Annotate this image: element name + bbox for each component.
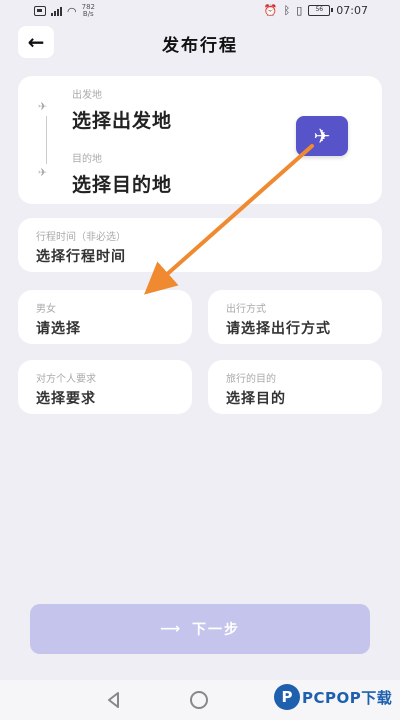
travel-mode-select[interactable]: 请选择出行方式 — [226, 318, 331, 338]
vibrate-icon: ▯ — [296, 4, 303, 17]
header: ← 发布行程 — [0, 24, 400, 64]
from-select[interactable]: 选择出发地 — [72, 106, 172, 133]
status-bar: ◠ 782 B/s ⏰ ᛒ ▯ 56 07:07 — [0, 0, 400, 24]
gender-label: 男女 — [36, 304, 56, 315]
time-label: 行程时间（非必选） — [36, 232, 126, 243]
watermark-logo: P — [274, 684, 300, 710]
battery-icon: 56 — [308, 5, 334, 16]
route-indicator: ✈ ✈ — [38, 98, 56, 198]
from-label: 出发地 — [72, 90, 102, 101]
status-right: ⏰ ᛒ ▯ 56 07:07 — [264, 4, 368, 17]
airplane-icon: ✈ — [313, 124, 331, 148]
wifi-icon: ◠ — [67, 4, 77, 18]
alarm-icon: ⏰ — [263, 4, 278, 17]
page-title: 发布行程 — [162, 36, 238, 56]
battery-level: 56 — [315, 6, 324, 13]
purpose-card[interactable]: 旅行的目的 选择目的 — [208, 360, 382, 414]
signal-icon — [51, 6, 62, 16]
nav-home-icon[interactable] — [190, 691, 208, 709]
watermark: P PCPOP下载 — [274, 684, 392, 710]
swap-button[interactable]: ✈ — [296, 116, 348, 156]
purpose-select[interactable]: 选择目的 — [226, 388, 286, 408]
travel-mode-card[interactable]: 出行方式 请选择出行方式 — [208, 290, 382, 344]
arrow-right-icon: ⟶ — [159, 621, 183, 637]
takeoff-icon: ✈ — [38, 100, 48, 113]
travel-mode-label: 出行方式 — [226, 304, 266, 315]
to-label: 目的地 — [72, 154, 102, 165]
next-button-label: 下一步 — [192, 622, 241, 638]
watermark-text: PCPOP下载 — [302, 688, 393, 707]
sim-card-icon — [34, 6, 46, 16]
bluetooth-icon: ᛒ — [283, 4, 291, 17]
to-select[interactable]: 选择目的地 — [72, 170, 172, 197]
status-left: ◠ 782 B/s — [34, 4, 95, 18]
gender-select[interactable]: 请选择 — [36, 318, 81, 338]
route-line — [46, 116, 47, 164]
time-select[interactable]: 选择行程时间 — [36, 246, 126, 266]
purpose-label: 旅行的目的 — [226, 374, 276, 385]
requirement-label: 对方个人要求 — [36, 374, 96, 385]
landing-icon: ✈ — [38, 166, 48, 179]
time-card[interactable]: 行程时间（非必选） 选择行程时间 — [18, 218, 382, 272]
requirement-select[interactable]: 选择要求 — [36, 388, 96, 408]
next-button[interactable]: ⟶ 下一步 — [30, 604, 370, 654]
nav-back-icon[interactable] — [104, 690, 124, 710]
requirement-card[interactable]: 对方个人要求 选择要求 — [18, 360, 192, 414]
gender-card[interactable]: 男女 请选择 — [18, 290, 192, 344]
network-speed: 782 B/s — [81, 3, 95, 18]
status-time: 07:07 — [336, 4, 368, 17]
